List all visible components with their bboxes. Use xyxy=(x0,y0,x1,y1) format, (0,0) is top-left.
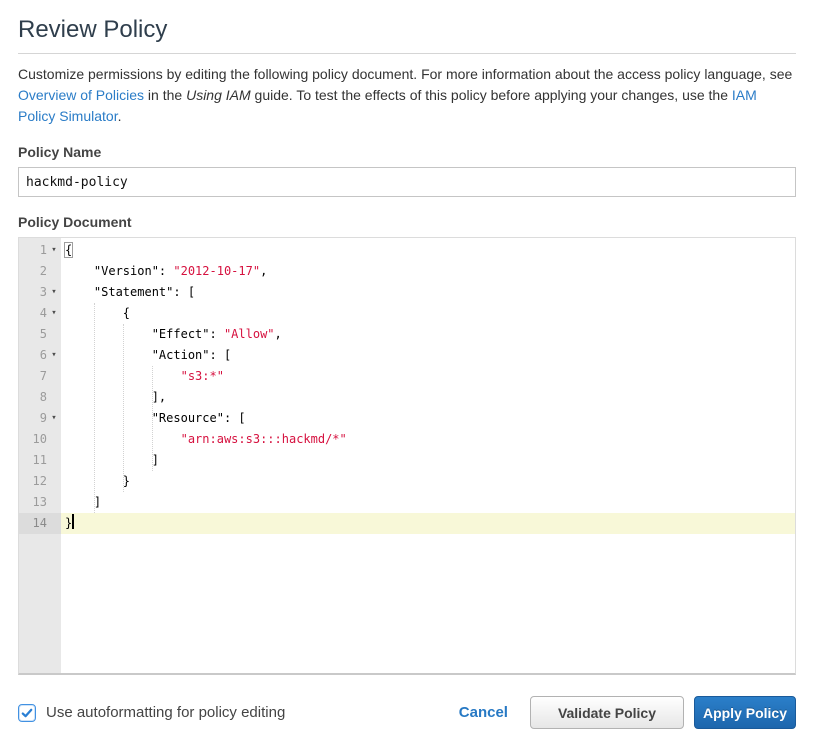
code-line: ], xyxy=(61,387,795,408)
gutter-line-number: 14 xyxy=(19,513,61,534)
gutter-line-number: 5 xyxy=(19,324,61,345)
text-cursor xyxy=(72,514,74,529)
fold-arrow-icon[interactable]: ▾ xyxy=(47,408,61,429)
review-policy-page: Review Policy Customize permissions by e… xyxy=(0,16,814,729)
footer-actions: Use autoformatting for policy editing Ca… xyxy=(18,696,796,729)
checkmark-icon xyxy=(20,706,34,720)
description-text-3: guide. To test the effects of this polic… xyxy=(251,87,732,103)
gutter-line-number: 6▾ xyxy=(19,345,61,366)
gutter-line-number: 3▾ xyxy=(19,282,61,303)
fold-arrow-icon[interactable]: ▾ xyxy=(47,345,61,366)
fold-arrow-icon[interactable]: ▾ xyxy=(47,303,61,324)
code-line: "Action": [ xyxy=(61,345,795,366)
policy-name-label: Policy Name xyxy=(18,144,796,160)
page-title: Review Policy xyxy=(18,16,796,44)
code-line: "Resource": [ xyxy=(61,408,795,429)
editor-gutter: 1▾23▾4▾56▾789▾1011121314 xyxy=(19,238,61,673)
code-line: { xyxy=(61,240,795,261)
cancel-link[interactable]: Cancel xyxy=(459,704,508,721)
code-line: "Statement": [ xyxy=(61,282,795,303)
validate-policy-button[interactable]: Validate Policy xyxy=(530,696,684,729)
code-line: "Version": "2012-10-17", xyxy=(61,261,795,282)
fold-arrow-icon[interactable]: ▾ xyxy=(47,282,61,303)
footer-buttons: Cancel Validate Policy Apply Policy xyxy=(459,696,796,729)
policy-document-label: Policy Document xyxy=(18,214,796,230)
gutter-line-number: 2 xyxy=(19,261,61,282)
policy-name-input[interactable] xyxy=(18,167,796,197)
gutter-line-number: 12 xyxy=(19,471,61,492)
description-text-4: . xyxy=(118,108,122,124)
gutter-line-number: 10 xyxy=(19,429,61,450)
overview-of-policies-link[interactable]: Overview of Policies xyxy=(18,87,144,103)
gutter-line-number: 4▾ xyxy=(19,303,61,324)
gutter-line-number: 13 xyxy=(19,492,61,513)
using-iam-guide-name: Using IAM xyxy=(186,87,251,103)
code-line: "arn:aws:s3:::hackmd/*" xyxy=(61,429,795,450)
description-paragraph: Customize permissions by editing the fol… xyxy=(18,64,796,127)
code-line: ] xyxy=(61,450,795,471)
code-line: { xyxy=(61,303,795,324)
code-line: "s3:*" xyxy=(61,366,795,387)
gutter-line-number: 7 xyxy=(19,366,61,387)
code-line: ] xyxy=(61,492,795,513)
code-line: } xyxy=(61,471,795,492)
apply-policy-button[interactable]: Apply Policy xyxy=(694,696,796,729)
gutter-line-number: 9▾ xyxy=(19,408,61,429)
gutter-line-number: 11 xyxy=(19,450,61,471)
code-line: } xyxy=(61,513,795,534)
description-text-1: Customize permissions by editing the fol… xyxy=(18,66,792,82)
description-text-2: in the xyxy=(144,87,186,103)
title-divider xyxy=(18,53,796,54)
fold-arrow-icon[interactable]: ▾ xyxy=(47,240,61,261)
code-line: "Effect": "Allow", xyxy=(61,324,795,345)
gutter-line-number: 8 xyxy=(19,387,61,408)
policy-document-editor[interactable]: 1▾23▾4▾56▾789▾1011121314 { "Version": "2… xyxy=(18,237,796,675)
gutter-line-number: 1▾ xyxy=(19,240,61,261)
autoformat-checkbox-label: Use autoformatting for policy editing xyxy=(46,704,285,721)
editor-code[interactable]: { "Version": "2012-10-17", "Statement": … xyxy=(61,238,795,673)
